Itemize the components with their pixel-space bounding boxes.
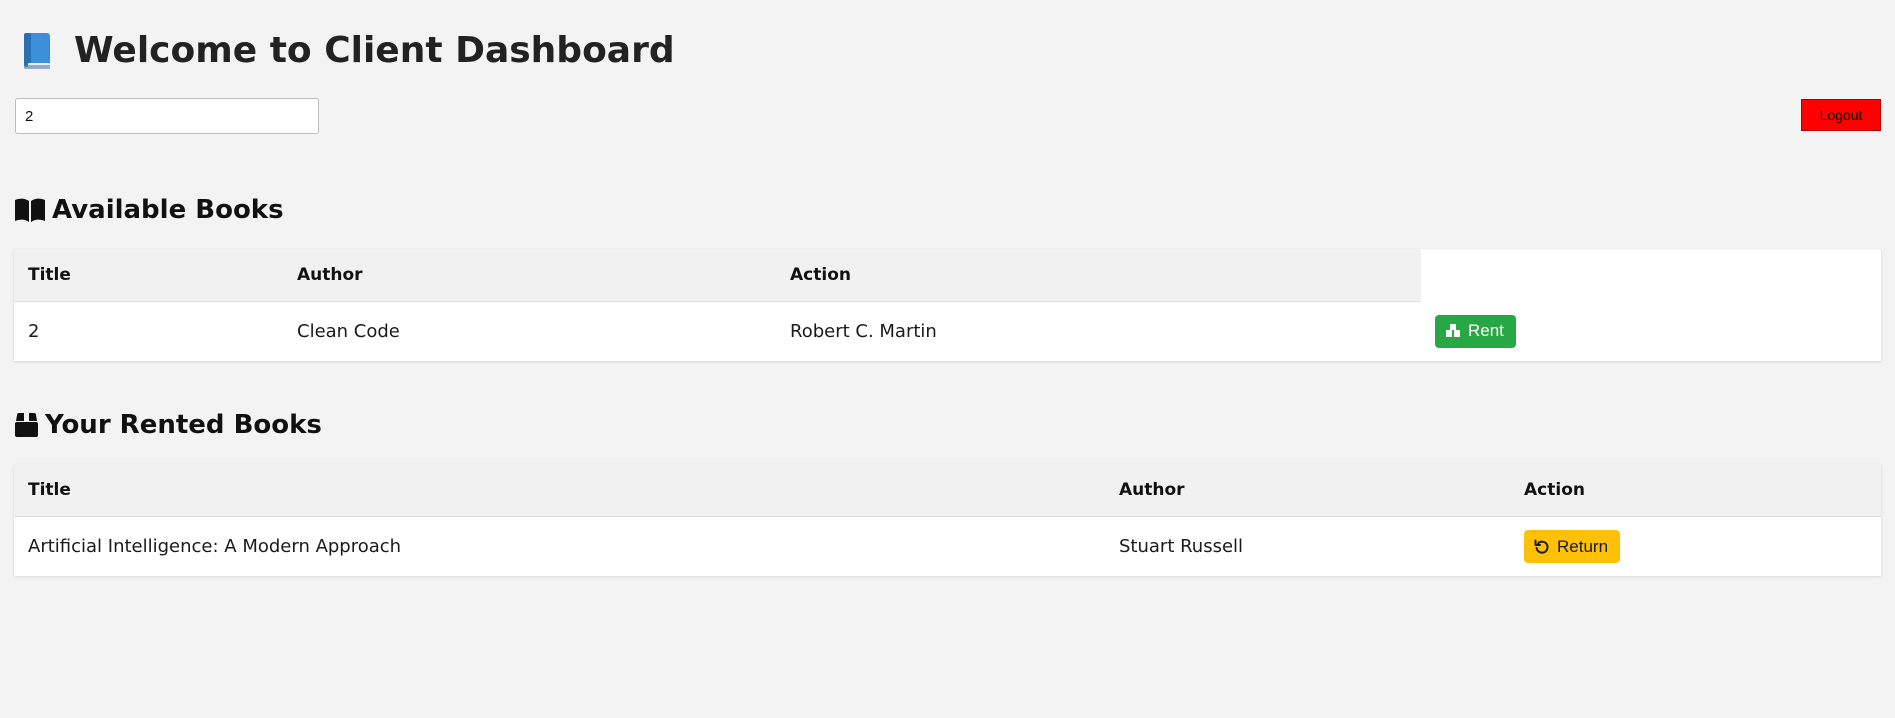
table-cell: Stuart Russell xyxy=(1119,536,1244,557)
column-header: Action xyxy=(1510,464,1881,517)
available-books-heading: Available Books xyxy=(14,195,284,225)
table-row: 2 Clean Code Robert C. Martin Rent xyxy=(14,302,1881,362)
client-dashboard: Welcome to Client Dashboard Logout Avail… xyxy=(0,0,1895,718)
table-cell: Clean Code xyxy=(297,321,400,342)
undo-icon xyxy=(1534,539,1549,554)
rented-books-heading: Your Rented Books xyxy=(14,410,322,440)
return-button[interactable]: Return xyxy=(1524,530,1621,563)
user-id-input[interactable] xyxy=(15,98,319,134)
blue-book-icon xyxy=(22,32,52,70)
return-button-label: Return xyxy=(1557,536,1609,556)
column-header: Action xyxy=(776,249,1421,302)
table-cell-action: Rent xyxy=(1421,302,1881,362)
page-title: Welcome to Client Dashboard xyxy=(22,30,675,71)
rent-button-label: Rent xyxy=(1468,321,1504,341)
rent-button[interactable]: Rent xyxy=(1435,314,1516,348)
table-cell: 2 xyxy=(28,321,40,342)
table-row: Artificial Intelligence: A Modern Approa… xyxy=(14,517,1881,577)
available-books-table: Title Author Action 2 Clean Code Robert … xyxy=(14,249,1881,361)
column-header: Title xyxy=(14,464,1105,517)
table-cell: Artificial Intelligence: A Modern Approa… xyxy=(28,536,402,557)
rented-books-table: Title Author Action Artificial Intellige… xyxy=(14,464,1881,576)
box-icon xyxy=(14,412,39,438)
table-cell: Robert C. Martin xyxy=(790,321,937,342)
table-cell-action: Return xyxy=(1510,517,1881,577)
available-books-title: Available Books xyxy=(52,195,284,225)
page-title-text: Welcome to Client Dashboard xyxy=(74,30,675,71)
table-header-row: Title Author Action xyxy=(14,249,1881,302)
logout-button[interactable]: Logout xyxy=(1801,99,1881,131)
books-stack-icon xyxy=(1446,324,1460,338)
column-header-empty xyxy=(1421,249,1881,302)
column-header: Author xyxy=(1105,464,1510,517)
table-header-row: Title Author Action xyxy=(14,464,1881,517)
column-header: Title xyxy=(14,249,283,302)
open-book-icon xyxy=(14,197,46,223)
column-header: Author xyxy=(283,249,776,302)
rented-books-title: Your Rented Books xyxy=(45,410,322,440)
